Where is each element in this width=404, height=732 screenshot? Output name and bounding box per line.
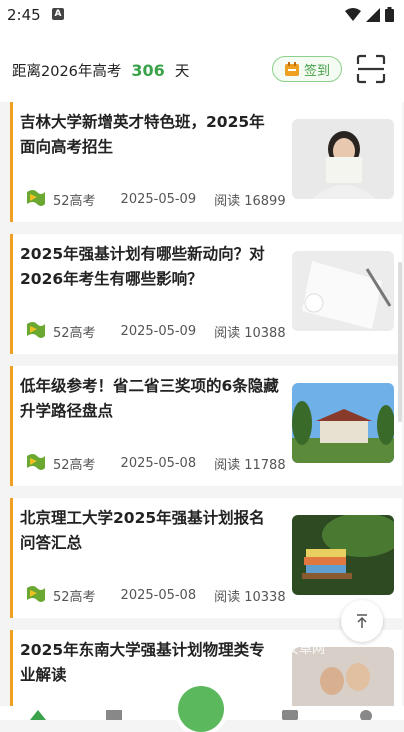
article-thumbnail[interactable] xyxy=(292,383,394,463)
article-title: 吉林大学新增英才特色班，2025年面向高考招生 xyxy=(20,113,265,156)
profile-tab-icon[interactable] xyxy=(356,708,376,720)
article-thumbnail[interactable] xyxy=(292,119,394,199)
home-tab-icon[interactable] xyxy=(28,708,48,720)
watermark: 安卓网 xyxy=(286,642,326,657)
signin-button[interactable]: 签到 xyxy=(272,56,342,82)
article-source: 52高考 xyxy=(53,589,96,605)
article-title: 2025年强基计划有哪些新动向？对2026年考生有哪些影响？ xyxy=(20,245,265,288)
article-thumbnail[interactable] xyxy=(292,251,394,331)
article-title: 低年级参考！省二省三奖项的6条隐藏升学路径盘点 xyxy=(20,377,279,420)
article-source: 52高考 xyxy=(53,325,96,341)
source-flag-icon xyxy=(27,454,45,470)
article-meta: 52高考 2025-05-08 阅读 11788 xyxy=(25,452,286,474)
wifi-icon xyxy=(345,7,361,21)
article-source: 52高考 xyxy=(53,457,96,473)
article-date: 2025-05-09 xyxy=(120,191,197,207)
status-icons xyxy=(345,7,394,22)
countdown-prefix: 距离2026年高考 xyxy=(12,64,122,80)
calendar-icon xyxy=(284,62,299,76)
article-thumbnail[interactable] xyxy=(292,515,394,595)
article-card[interactable]: 北京理工大学2025年强基计划报名问答汇总 52高考 2025-05-08 阅读… xyxy=(10,498,402,618)
article-date: 2025-05-08 xyxy=(120,587,197,603)
notification-icon: A xyxy=(52,8,64,20)
center-tab-button[interactable] xyxy=(178,686,224,732)
article-card[interactable]: 低年级参考！省二省三奖项的6条隐藏升学路径盘点 52高考 2025-05-08 … xyxy=(10,366,402,486)
article-reads: 阅读 10338 xyxy=(214,589,286,605)
article-title: 北京理工大学2025年强基计划报名问答汇总 xyxy=(20,509,265,552)
article-card[interactable]: 吉林大学新增英才特色班，2025年面向高考招生 52高考 2025-05-09 … xyxy=(10,102,402,222)
countdown-days: 306 xyxy=(131,61,165,80)
exam-countdown: 距离2026年高考 306 天 xyxy=(12,60,189,81)
back-to-top-button[interactable] xyxy=(341,600,383,642)
article-reads: 阅读 10388 xyxy=(214,325,286,341)
scrollbar[interactable] xyxy=(398,262,402,422)
status-bar: 2:45 A xyxy=(0,0,404,30)
source-flag-icon xyxy=(27,586,45,602)
signin-label: 签到 xyxy=(303,63,330,79)
header: 距离2026年高考 306 天 签到 xyxy=(0,30,404,102)
scan-icon[interactable] xyxy=(356,54,386,84)
article-date: 2025-05-08 xyxy=(120,455,197,471)
source-flag-icon xyxy=(27,190,45,206)
article-card[interactable]: 2025年强基计划有哪些新动向？对2026年考生有哪些影响？ 52高考 2025… xyxy=(10,234,402,354)
article-meta: 52高考 2025-05-09 阅读 10388 xyxy=(25,320,286,342)
article-reads: 阅读 16899 xyxy=(214,193,286,209)
card-tab-icon[interactable] xyxy=(280,708,300,720)
article-source: 52高考 xyxy=(53,193,96,209)
book-tab-icon[interactable] xyxy=(104,708,124,720)
article-meta: 52高考 2025-05-09 阅读 16899 xyxy=(25,188,286,210)
status-time: 2:45 xyxy=(7,6,41,24)
countdown-unit: 天 xyxy=(174,64,190,80)
source-flag-icon xyxy=(27,322,45,338)
article-date: 2025-05-09 xyxy=(120,323,197,339)
arrow-up-icon xyxy=(357,614,367,628)
article-meta: 52高考 2025-05-08 阅读 10338 xyxy=(25,584,286,606)
article-title: 2025年东南大学强基计划物理类专业解读 xyxy=(20,641,265,684)
signal-icon xyxy=(366,7,380,22)
article-reads: 阅读 11788 xyxy=(214,457,286,473)
battery-icon xyxy=(385,7,394,22)
